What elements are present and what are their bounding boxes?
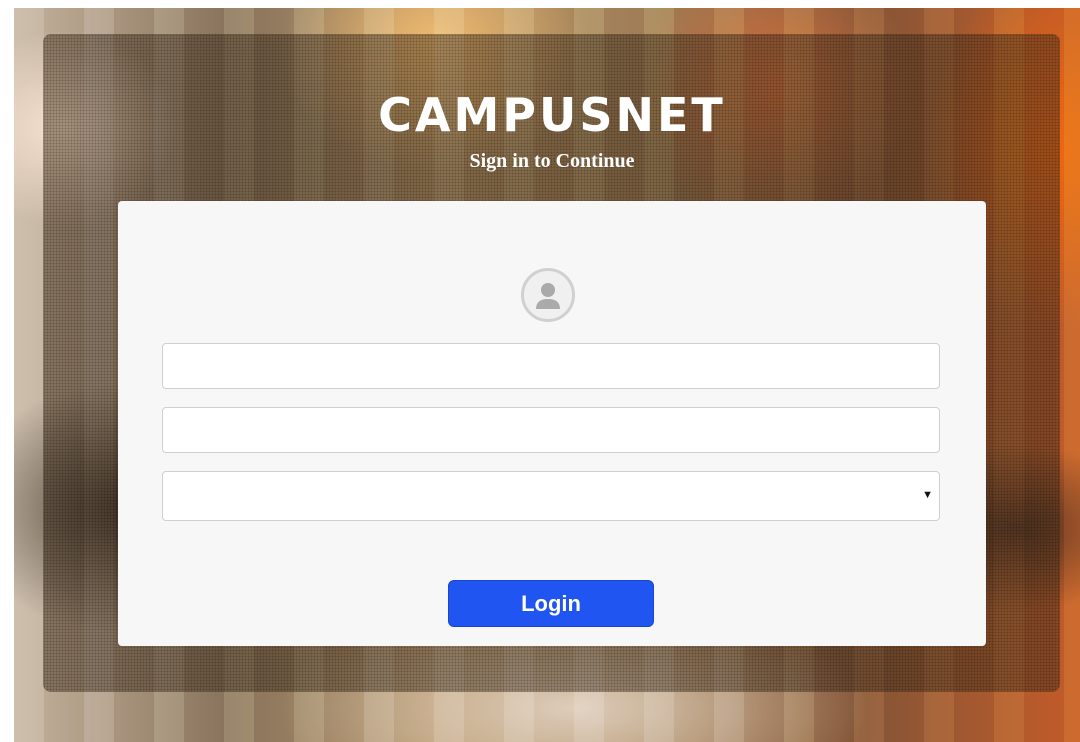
login-button[interactable]: Login (448, 580, 654, 627)
password-input[interactable] (162, 407, 940, 453)
user-avatar-icon (521, 268, 575, 322)
brand-logo: CAMPUSNET (378, 88, 726, 142)
username-input[interactable] (162, 343, 940, 389)
login-card: ▼ Login (118, 201, 986, 646)
dropdown-arrow-icon: ▼ (922, 489, 933, 501)
page-subtitle: Sign in to Continue (469, 150, 635, 172)
role-select[interactable]: ▼ (162, 471, 940, 521)
